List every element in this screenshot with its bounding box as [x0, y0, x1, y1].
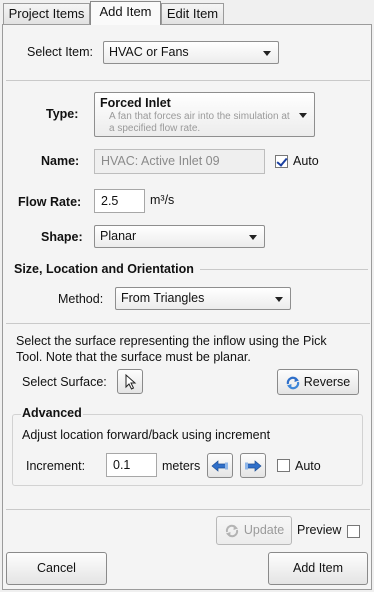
reverse-button[interactable]: Reverse	[277, 369, 359, 395]
surface-instructions: Select the surface representing the infl…	[16, 334, 327, 364]
size-section-heading: Size, Location and Orientation	[14, 262, 194, 276]
method-value: From Triangles	[121, 291, 205, 305]
increment-auto-label: Auto	[295, 459, 321, 473]
pick-tool-button[interactable]	[117, 369, 143, 394]
divider	[6, 323, 370, 324]
chevron-down-icon	[275, 296, 283, 302]
select-item-dropdown[interactable]: HVAC or Fans	[103, 41, 279, 64]
add-item-label: Add Item	[292, 561, 344, 575]
advanced-description: Adjust location forward/back using incre…	[22, 428, 271, 442]
preview-checkbox[interactable]	[347, 525, 360, 538]
update-button[interactable]: Update	[216, 516, 292, 545]
cancel-label: Cancel	[37, 561, 76, 575]
divider	[6, 80, 370, 81]
increment-label: Increment:	[26, 459, 86, 473]
name-field[interactable]: HVAC: Active Inlet 09	[94, 149, 265, 174]
method-label: Method:	[58, 292, 104, 306]
chevron-down-icon	[299, 112, 307, 118]
select-item-value: HVAC or Fans	[109, 45, 189, 59]
reverse-label: Reverse	[303, 375, 351, 389]
chevron-down-icon	[263, 50, 271, 56]
increment-input[interactable]: 0.1	[106, 453, 157, 477]
select-item-label: Select Item:	[27, 45, 93, 59]
type-dropdown[interactable]: Forced Inlet A fan that forces air into …	[94, 92, 315, 137]
advanced-group	[12, 414, 363, 486]
increment-auto-checkbox[interactable]	[277, 459, 290, 472]
select-surface-label: Select Surface:	[22, 375, 107, 389]
increment-unit: meters	[162, 459, 201, 473]
reverse-icon	[286, 376, 300, 390]
move-back-button[interactable]	[207, 453, 233, 478]
flow-rate-value: 2.5	[101, 194, 119, 208]
name-auto-checkbox[interactable]	[275, 155, 288, 168]
refresh-icon	[225, 524, 239, 538]
name-label: Name:	[41, 154, 80, 168]
type-description: A fan that forces air into the simulatio…	[109, 111, 290, 134]
arrow-right-icon	[245, 460, 262, 472]
flow-rate-input[interactable]: 2.5	[94, 189, 145, 213]
name-value: HVAC: Active Inlet 09	[101, 154, 220, 168]
shape-value: Planar	[100, 229, 137, 243]
type-title: Forced Inlet	[100, 96, 171, 110]
type-label: Type:	[46, 107, 79, 121]
name-auto-label: Auto	[293, 154, 319, 168]
shape-label: Shape:	[41, 230, 83, 244]
arrow-left-icon	[211, 460, 228, 472]
divider	[6, 509, 370, 510]
preview-label: Preview	[297, 523, 342, 537]
divider	[200, 269, 368, 270]
flow-rate-unit: m³/s	[150, 193, 175, 207]
cursor-arrow-icon	[125, 374, 137, 390]
flow-rate-label: Flow Rate:	[18, 195, 82, 209]
increment-value: 0.1	[113, 458, 131, 472]
shape-dropdown[interactable]: Planar	[94, 225, 265, 248]
move-forward-button[interactable]	[240, 453, 266, 478]
add-item-button[interactable]: Add Item	[268, 552, 368, 585]
update-label: Update	[243, 523, 285, 537]
method-dropdown[interactable]: From Triangles	[115, 287, 291, 310]
chevron-down-icon	[249, 234, 257, 240]
cancel-button[interactable]: Cancel	[6, 552, 107, 585]
advanced-heading: Advanced	[21, 406, 83, 420]
